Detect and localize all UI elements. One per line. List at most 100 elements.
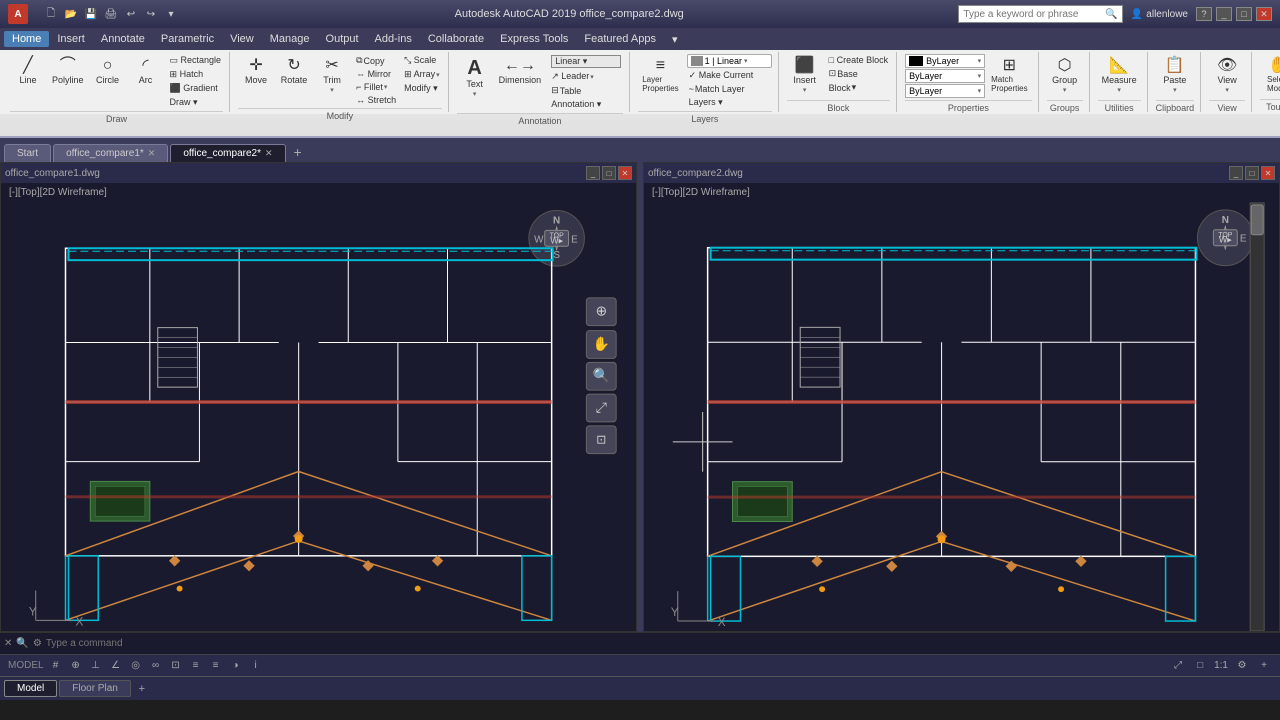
plus-icon[interactable]: + bbox=[1256, 658, 1272, 674]
left-minimize-btn[interactable]: _ bbox=[586, 166, 600, 180]
osnap-icon[interactable]: ◎ bbox=[128, 658, 144, 674]
select-mode-button[interactable]: ✋ SelectMode bbox=[1260, 54, 1280, 97]
scale-label[interactable]: 1:1 bbox=[1214, 660, 1228, 671]
lineweight-selector[interactable]: ByLayer ▾ bbox=[905, 84, 985, 98]
left-canvas[interactable]: N E W S W▸ TOP bbox=[1, 183, 636, 631]
menu-featured[interactable]: Featured Apps bbox=[576, 31, 664, 47]
right-minimize-btn[interactable]: _ bbox=[1229, 166, 1243, 180]
save-button[interactable]: 💾 bbox=[82, 5, 100, 23]
search-input[interactable] bbox=[963, 9, 1103, 20]
quickprop-icon[interactable]: i bbox=[248, 658, 264, 674]
color-selector[interactable]: ByLayer ▾ bbox=[905, 54, 985, 68]
menu-manage[interactable]: Manage bbox=[262, 31, 318, 47]
rectangle-button[interactable]: ▭ Rectangle bbox=[168, 54, 224, 67]
measure-button[interactable]: 📐 Measure ▾ bbox=[1098, 54, 1141, 98]
menu-collaborate[interactable]: Collaborate bbox=[420, 31, 492, 47]
move-button[interactable]: ✛ Move bbox=[238, 54, 274, 89]
stretch-button[interactable]: ↔ Stretch bbox=[354, 94, 398, 106]
left-close-btn[interactable]: ✕ bbox=[618, 166, 632, 180]
text-button[interactable]: A Text ▾ bbox=[457, 54, 493, 102]
minimize-button[interactable]: _ bbox=[1216, 7, 1232, 21]
right-close-btn[interactable]: ✕ bbox=[1261, 166, 1275, 180]
command-settings-icon[interactable]: ⚙ bbox=[33, 638, 42, 649]
block-more[interactable]: Block ▾ bbox=[827, 81, 890, 94]
layer-properties-button[interactable]: ≡ LayerProperties bbox=[638, 54, 682, 97]
otrack-icon[interactable]: ∞ bbox=[148, 658, 164, 674]
user-account[interactable]: 👤 allenlowe bbox=[1131, 9, 1188, 20]
menu-express[interactable]: Express Tools bbox=[492, 31, 576, 47]
view-button[interactable]: 👁 View ▾ bbox=[1209, 54, 1245, 98]
dyn-icon[interactable]: ≡ bbox=[188, 658, 204, 674]
add-layout-button[interactable]: + bbox=[133, 680, 151, 698]
zoom-icon[interactable]: ⤢ bbox=[1170, 658, 1186, 674]
group-button[interactable]: ⬡ Group ▾ bbox=[1047, 54, 1083, 98]
plot-button[interactable]: 🖨 bbox=[102, 5, 120, 23]
transparency-icon[interactable]: ◑ bbox=[228, 658, 244, 674]
bottom-tab-model[interactable]: Model bbox=[4, 680, 57, 697]
command-search-icon[interactable]: 🔍 bbox=[16, 638, 28, 649]
left-maximize-btn[interactable]: □ bbox=[602, 166, 616, 180]
scale-button[interactable]: ⤡ Scale bbox=[402, 54, 442, 67]
viewport-icon[interactable]: □ bbox=[1192, 658, 1208, 674]
command-input[interactable] bbox=[46, 638, 1276, 649]
help-button[interactable]: ? bbox=[1196, 7, 1212, 21]
circle-button[interactable]: ○ Circle bbox=[90, 54, 126, 89]
command-x-button[interactable]: ✕ bbox=[4, 638, 12, 649]
close-button[interactable]: ✕ bbox=[1256, 7, 1272, 21]
gradient-button[interactable]: ⬛ Gradient bbox=[168, 82, 224, 95]
menu-output[interactable]: Output bbox=[318, 31, 367, 47]
menu-addins[interactable]: Add-ins bbox=[367, 31, 420, 47]
menu-view[interactable]: View bbox=[222, 31, 262, 47]
draw-more[interactable]: Draw ▾ bbox=[168, 96, 224, 109]
menu-home[interactable]: Home bbox=[4, 31, 49, 47]
table-button[interactable]: ⊟ Table bbox=[549, 84, 623, 97]
bottom-tab-floor-plan[interactable]: Floor Plan bbox=[59, 680, 131, 697]
linear-button[interactable]: Linear ▾ bbox=[549, 54, 623, 69]
copy-button[interactable]: ⧉ Copy bbox=[354, 54, 398, 67]
annotation-more[interactable]: Annotation ▾ bbox=[549, 98, 623, 111]
make-current-button[interactable]: ✓ Make Current bbox=[687, 69, 772, 82]
leader-button[interactable]: ↗ Leader ▾ bbox=[549, 70, 623, 83]
new-button[interactable]: 🗋 bbox=[42, 5, 60, 23]
ducs-icon[interactable]: ⊡ bbox=[168, 658, 184, 674]
right-restore-btn[interactable]: □ bbox=[1245, 166, 1259, 180]
rotate-button[interactable]: ↻ Rotate bbox=[276, 54, 312, 89]
redo-button[interactable]: ↪ bbox=[142, 5, 160, 23]
open-button[interactable]: 📂 bbox=[62, 5, 80, 23]
menu-more[interactable]: ▾ bbox=[664, 31, 686, 48]
lineweight-icon[interactable]: ≡ bbox=[208, 658, 224, 674]
insert-button[interactable]: ⬛ Insert ▾ bbox=[787, 54, 823, 98]
menu-insert[interactable]: Insert bbox=[49, 31, 93, 47]
menu-parametric[interactable]: Parametric bbox=[153, 31, 222, 47]
layers-more[interactable]: Layers ▾ bbox=[687, 96, 772, 109]
app-icon[interactable]: A bbox=[8, 4, 28, 24]
layer-selector[interactable]: 1 | Linear ▾ bbox=[687, 54, 772, 68]
dimension-button[interactable]: ←→ Dimension bbox=[495, 54, 546, 89]
polar-icon[interactable]: ∠ bbox=[108, 658, 124, 674]
workspace-dropdown[interactable]: ▾ bbox=[162, 5, 180, 23]
match-layer-button[interactable]: ~ Match Layer bbox=[687, 83, 772, 95]
create-block-button[interactable]: □ Create Block bbox=[827, 54, 890, 66]
tab-file1[interactable]: office_compare1* ✕ bbox=[53, 144, 168, 162]
paste-button[interactable]: 📋 Paste ▾ bbox=[1157, 54, 1193, 98]
new-tab-button[interactable]: + bbox=[288, 142, 308, 162]
maximize-button[interactable]: □ bbox=[1236, 7, 1252, 21]
tab-close-1[interactable]: ✕ bbox=[148, 148, 156, 159]
polyline-button[interactable]: ⌒ Polyline bbox=[48, 54, 88, 89]
grid-icon[interactable]: # bbox=[48, 658, 64, 674]
linetype-selector[interactable]: ByLayer ▾ bbox=[905, 69, 985, 83]
arc-button[interactable]: ◜ Arc bbox=[128, 54, 164, 89]
settings-icon[interactable]: ⚙ bbox=[1234, 658, 1250, 674]
base-button[interactable]: ⊡ Base bbox=[827, 67, 890, 80]
array-button[interactable]: ⊞ Array ▾ bbox=[402, 68, 442, 81]
tab-start[interactable]: Start bbox=[4, 144, 51, 162]
undo-button[interactable]: ↩ bbox=[122, 5, 140, 23]
snap-icon[interactable]: ⊕ bbox=[68, 658, 84, 674]
modify-more[interactable]: Modify ▾ bbox=[402, 82, 442, 95]
hatch-button[interactable]: ⊞ Hatch bbox=[168, 68, 224, 81]
ortho-icon[interactable]: ⊥ bbox=[88, 658, 104, 674]
match-properties-button[interactable]: ⊞ MatchProperties bbox=[987, 54, 1031, 97]
right-canvas[interactable]: N E W▸ TOP bbox=[644, 183, 1279, 631]
mirror-button[interactable]: ⇔ Mirror bbox=[354, 68, 398, 80]
tab-close-2[interactable]: ✕ bbox=[265, 148, 273, 159]
